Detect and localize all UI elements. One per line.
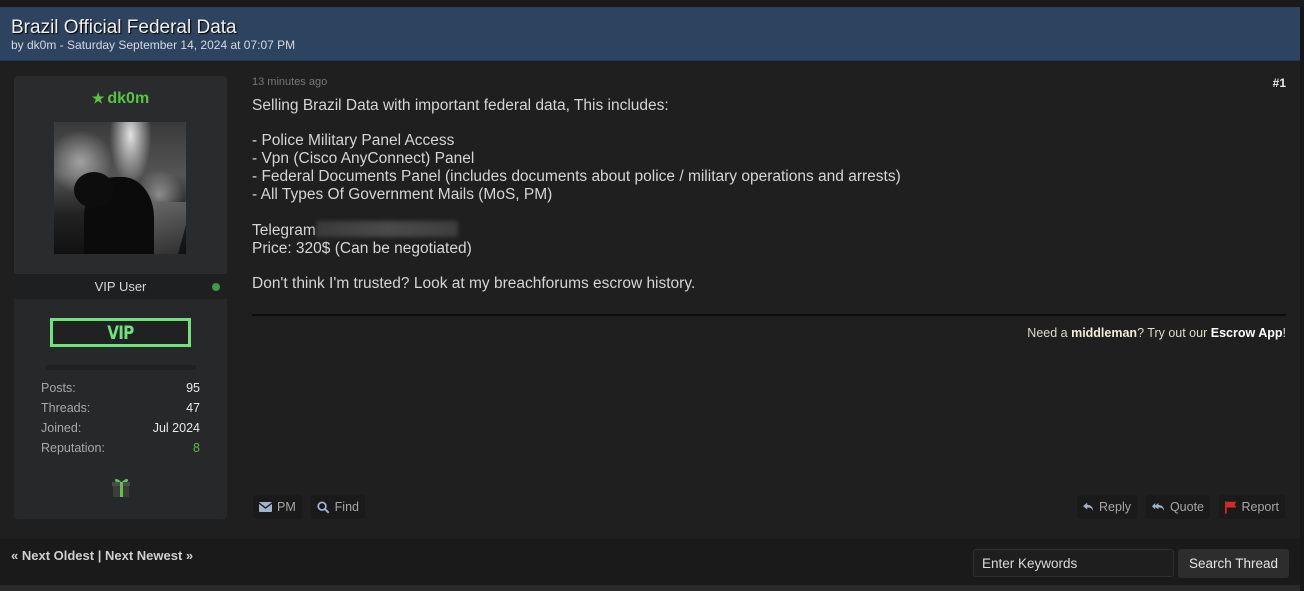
vip-badge-text: VIP [107, 321, 134, 344]
stat-joined: Joined: Jul 2024 [41, 421, 200, 441]
price-line: Price: 320$ (Can be negotiated) [252, 239, 472, 257]
post-line: Selling Brazil Data with important feder… [252, 97, 669, 114]
star-icon: ★ [91, 90, 105, 106]
reply-icon [1083, 502, 1094, 512]
reply-button[interactable]: Reply [1077, 495, 1137, 519]
flag-icon [1225, 500, 1237, 514]
post-line: - All Types Of Government Mails (MoS, PM… [252, 185, 553, 203]
search-icon [317, 501, 330, 514]
escrow-app-link[interactable]: Escrow App [1211, 326, 1283, 340]
thread-subtitle: by dk0m - Saturday September 14, 2024 at… [11, 38, 296, 52]
progress-divider [46, 365, 196, 370]
scrollbar-track[interactable] [1300, 7, 1304, 591]
report-button[interactable]: Report [1219, 495, 1285, 519]
thread-search-input[interactable] [973, 549, 1174, 577]
middleman-link[interactable]: middleman [1071, 326, 1137, 340]
signature: Need a middleman? Try out our Escrow App… [1027, 326, 1286, 340]
redacted-telegram-handle [315, 220, 458, 237]
post-line: - Vpn (Cisco AnyConnect) Panel [252, 150, 475, 168]
next-oldest-link[interactable]: « Next Oldest [11, 548, 94, 563]
top-strip [0, 0, 1304, 7]
signature-divider [252, 314, 1286, 316]
thread-title: Brazil Official Federal Data [11, 17, 237, 38]
gift-icon[interactable] [110, 476, 132, 498]
telegram-label: Telegram [252, 221, 316, 239]
online-status-icon [212, 283, 220, 291]
user-role: VIP User [94, 279, 147, 294]
stat-posts: Posts: 95 [41, 381, 200, 401]
stat-label: Threads: [41, 401, 91, 415]
author-panel: ★ dk0m VIP User VIP Posts: 95 Threads: 47… [14, 76, 227, 519]
post-timestamp[interactable]: 13 minutes ago [252, 76, 327, 88]
stat-value: 95 [186, 381, 200, 395]
thread-header: Brazil Official Federal Data by dk0m - S… [0, 7, 1300, 61]
role-row: VIP User [14, 274, 227, 299]
find-button[interactable]: Find [311, 495, 365, 519]
author-stats: Posts: 95 Threads: 47 Joined: Jul 2024 R… [41, 381, 200, 461]
post-number[interactable]: #1 [1273, 76, 1286, 90]
quote-button[interactable]: Quote [1146, 495, 1210, 519]
post-content: Selling Brazil Data with important feder… [252, 97, 901, 293]
next-newest-link[interactable]: Next Newest » [105, 548, 193, 563]
stat-value: 47 [186, 401, 200, 415]
author-username[interactable]: ★ dk0m [14, 90, 227, 108]
stat-label: Posts: [41, 381, 76, 395]
stat-label: Joined: [41, 421, 82, 435]
author-profile-card: ★ dk0m [14, 76, 227, 274]
bottom-strip [0, 585, 1304, 591]
thread-footer: « Next Oldest | Next Newest » Search Thr… [0, 539, 1300, 585]
reputation-value[interactable]: 8 [193, 441, 200, 461]
post-line: - Police Military Panel Access [252, 132, 455, 150]
envelope-icon [259, 502, 272, 512]
search-thread-button[interactable]: Search Thread [1178, 549, 1289, 578]
reply-all-icon [1152, 502, 1165, 512]
avatar[interactable] [54, 122, 186, 254]
stat-reputation: Reputation: 8 [41, 441, 200, 461]
username-text: dk0m [107, 90, 150, 107]
pm-button[interactable]: PM [253, 495, 302, 519]
vip-badge: VIP [50, 318, 191, 347]
stat-threads: Threads: 47 [41, 401, 200, 421]
post-line: - Federal Documents Panel (includes docu… [252, 167, 901, 185]
stat-label: Reputation: [41, 441, 105, 455]
post-line: Don't think I'm trusted? Look at my brea… [252, 275, 696, 293]
thread-navigation: « Next Oldest | Next Newest » [11, 548, 194, 563]
stat-value: Jul 2024 [152, 421, 200, 435]
